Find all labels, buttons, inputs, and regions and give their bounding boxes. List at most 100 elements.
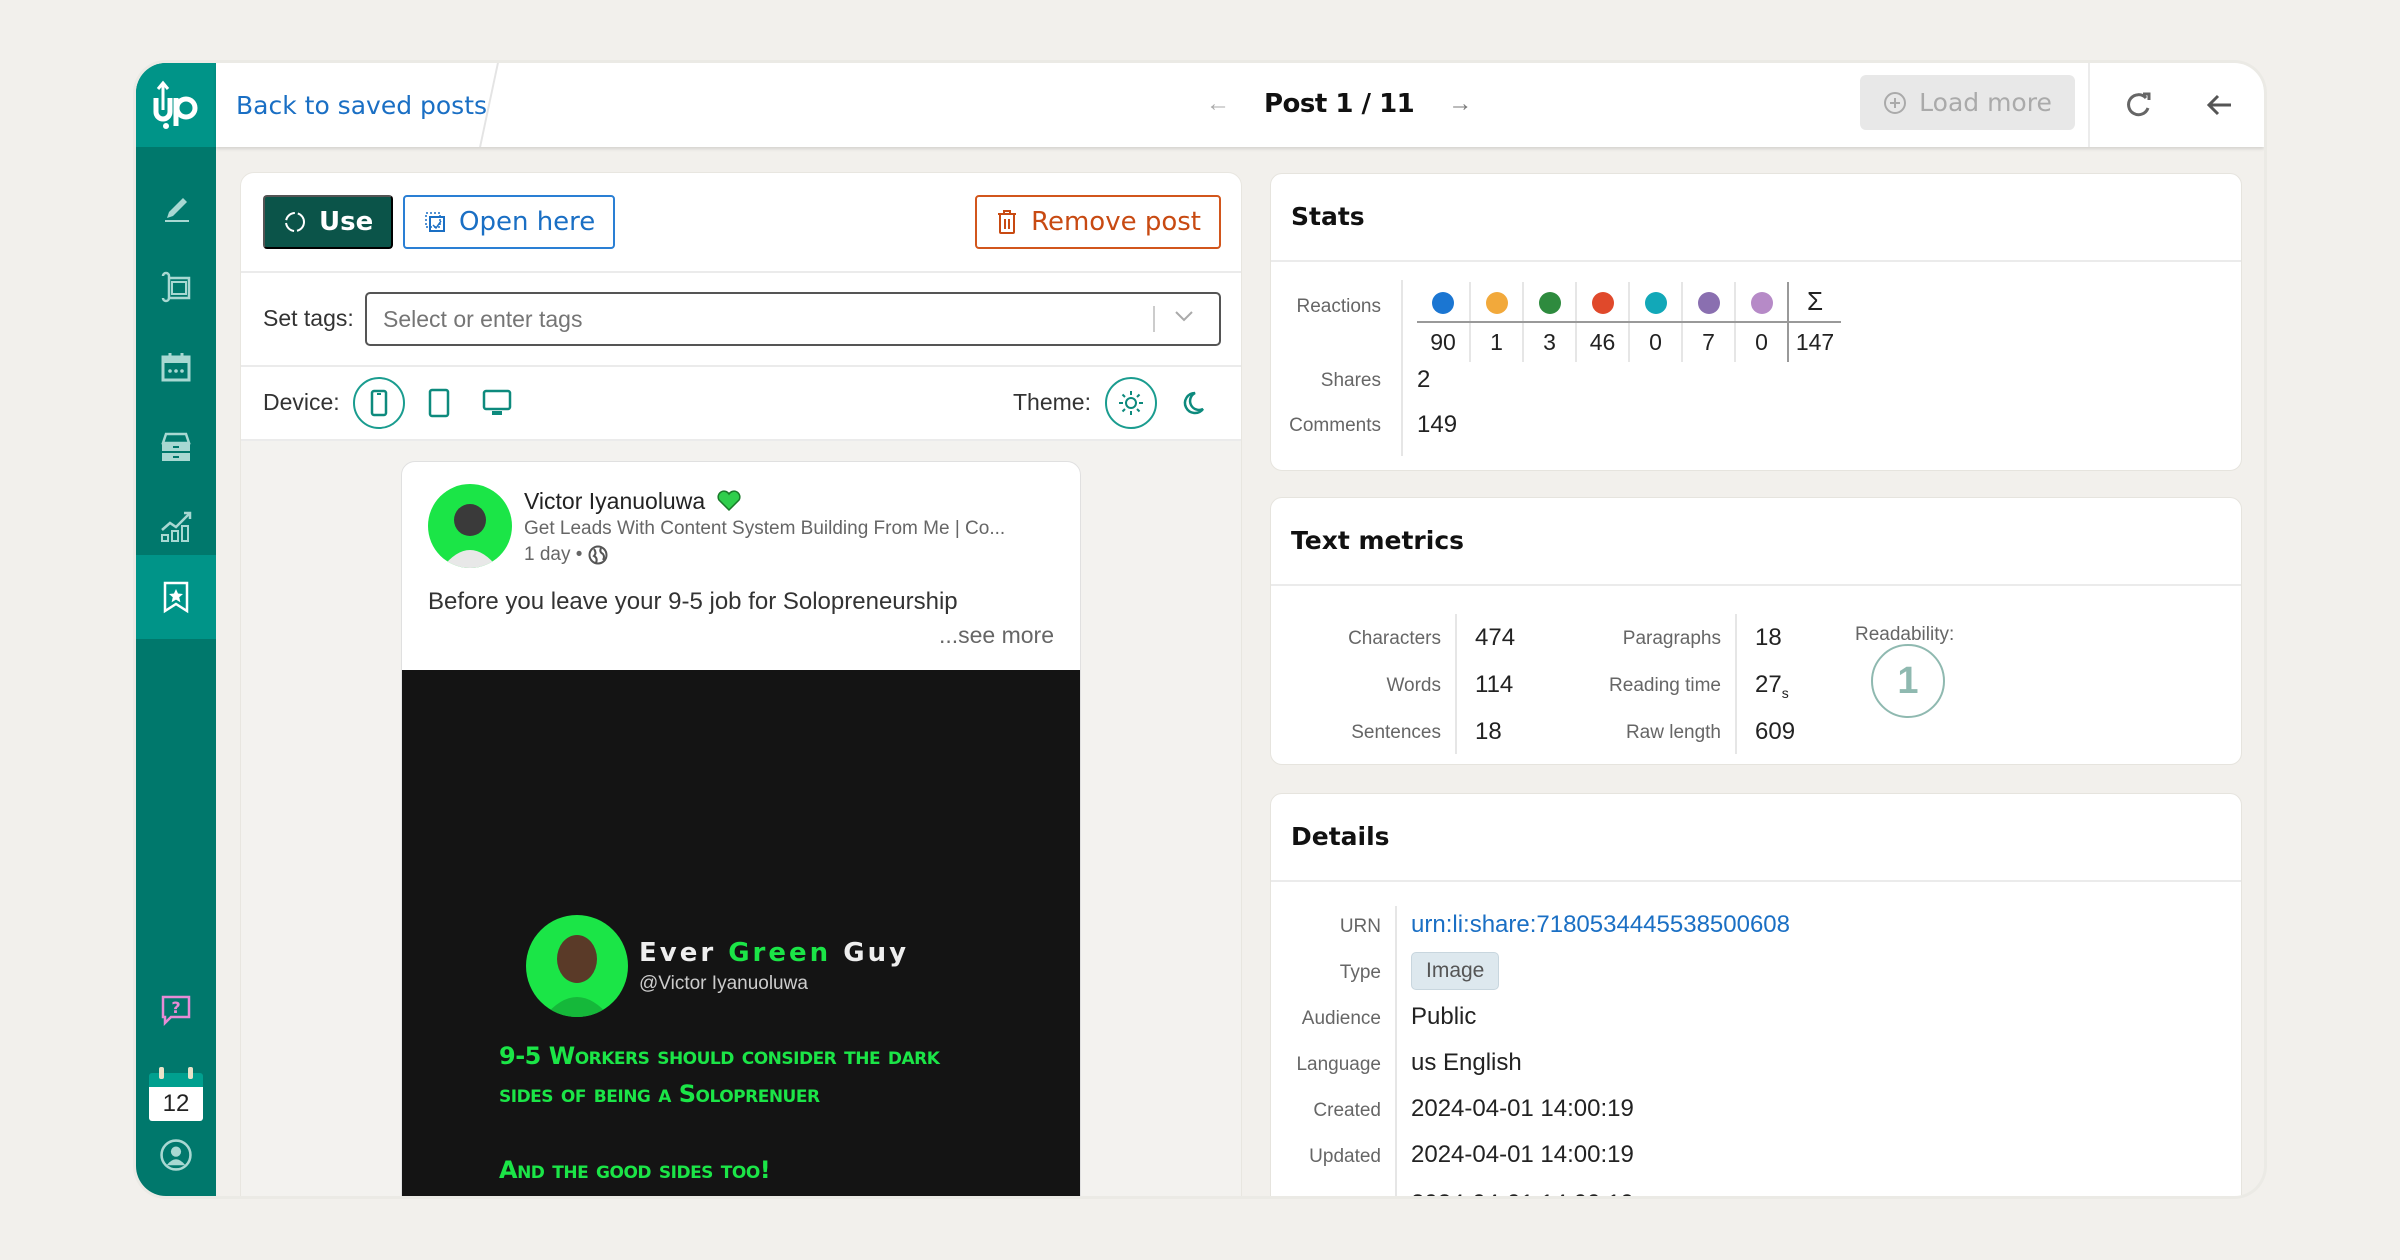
open-here-button[interactable]: Open here bbox=[403, 195, 616, 249]
sentences-label: Sentences bbox=[1351, 722, 1441, 743]
device-label: Device: bbox=[263, 389, 340, 415]
green-heart-icon bbox=[716, 490, 741, 512]
sentences-value: 18 bbox=[1475, 718, 1502, 745]
reaction-funny-cell bbox=[1629, 282, 1683, 323]
sidebar-item-saved-posts[interactable] bbox=[136, 555, 216, 639]
characters-value: 474 bbox=[1475, 624, 1516, 651]
text-metrics-title: Text metrics bbox=[1271, 498, 2241, 586]
reaction-support-count: 3 bbox=[1523, 322, 1577, 362]
device-theme-row: Device: Theme: bbox=[241, 367, 1241, 441]
tags-input[interactable] bbox=[365, 292, 1221, 346]
help-icon: ? bbox=[161, 995, 191, 1026]
sidebar: ? 12 bbox=[136, 63, 216, 1196]
reaction-support-cell bbox=[1523, 282, 1577, 323]
load-more-button[interactable]: Load more bbox=[1860, 75, 2075, 130]
reaction-like-cell bbox=[1417, 282, 1471, 323]
drawer-icon bbox=[161, 432, 191, 461]
next-post-arrow-icon[interactable]: → bbox=[1448, 90, 1472, 118]
author-name-text: Victor Iyanuoluwa bbox=[524, 488, 706, 514]
urn-label: URN bbox=[1339, 916, 1381, 937]
use-button[interactable]: Use bbox=[263, 195, 394, 249]
paragraphs-label: Paragraphs bbox=[1622, 628, 1721, 649]
use-label: Use bbox=[319, 207, 374, 237]
details-divider bbox=[1395, 906, 1397, 1196]
words-value: 114 bbox=[1475, 671, 1514, 698]
globe-icon bbox=[588, 545, 608, 565]
reactions-total: 147 bbox=[1787, 322, 1841, 362]
tags-label: Set tags: bbox=[263, 305, 354, 331]
post-pager: ← Post 1 / 11 → bbox=[1206, 89, 1472, 119]
moon-icon bbox=[1183, 391, 1204, 415]
tags-input-separator bbox=[1153, 306, 1155, 332]
post-time: 1 day • bbox=[524, 544, 608, 566]
sidebar-item-help[interactable]: ? bbox=[136, 969, 216, 1049]
arrow-left-icon bbox=[2206, 94, 2231, 116]
history-back-button[interactable] bbox=[2200, 85, 2240, 125]
shares-value: 2 bbox=[1417, 366, 1431, 393]
reaction-like-count: 90 bbox=[1417, 322, 1471, 362]
characters-label: Characters bbox=[1348, 628, 1441, 649]
reading-time-label: Reading time bbox=[1609, 675, 1721, 696]
previous-post-arrow-icon[interactable]: ← bbox=[1206, 90, 1230, 118]
sun-icon bbox=[1119, 391, 1143, 415]
reactions-sum-icon: Σ bbox=[1787, 282, 1841, 323]
post-image[interactable]: Ever Green Guy @Victor Iyanuoluwa 9-5 Wo… bbox=[402, 670, 1080, 1196]
top-header: Back to saved posts ← Post 1 / 11 → Load… bbox=[216, 63, 2264, 147]
author-avatar bbox=[428, 484, 512, 568]
blueprint-icon bbox=[161, 271, 191, 303]
sidebar-item-compose[interactable] bbox=[136, 167, 216, 247]
sidebar-item-calendar[interactable] bbox=[136, 327, 216, 407]
readability-label: Readability: bbox=[1855, 624, 1955, 645]
refresh-icon bbox=[2127, 92, 2151, 117]
post-preview-area: Victor Iyanuoluwa Get Leads With Content… bbox=[241, 441, 1241, 1196]
sidebar-item-profile[interactable] bbox=[136, 1115, 216, 1195]
chevron-down-icon[interactable] bbox=[1171, 303, 1197, 334]
remove-post-button[interactable]: Remove post bbox=[975, 195, 1221, 249]
back-to-saved-posts-link[interactable]: Back to saved posts bbox=[236, 91, 487, 120]
sidebar-item-blueprints[interactable] bbox=[136, 247, 216, 327]
author-name[interactable]: Victor Iyanuoluwa bbox=[524, 488, 742, 515]
theme-light-button[interactable] bbox=[1105, 377, 1157, 429]
header-divider-right bbox=[2088, 63, 2090, 147]
bookmark-star-icon bbox=[163, 581, 189, 614]
reaction-celebrate-count: 7 bbox=[1682, 322, 1736, 362]
reactions-label: Reactions bbox=[1296, 296, 1382, 317]
pencil-icon bbox=[165, 198, 189, 222]
user-icon bbox=[160, 1139, 192, 1171]
tablet-icon bbox=[428, 388, 450, 418]
language-label: Language bbox=[1296, 1054, 1381, 1075]
reaction-curious-icon bbox=[1750, 291, 1773, 314]
metrics-divider-2 bbox=[1735, 614, 1737, 754]
stats-title: Stats bbox=[1271, 174, 2241, 262]
reading-time-value: 27s bbox=[1755, 671, 1789, 701]
image-text-line-2: sides of being a Soloprenuer bbox=[499, 1080, 820, 1108]
urn-link[interactable]: urn:li:share:7180534445538500608 bbox=[1411, 911, 1790, 939]
shares-label: Shares bbox=[1320, 370, 1381, 391]
comments-value: 149 bbox=[1417, 411, 1458, 438]
device-tablet-button[interactable] bbox=[419, 383, 459, 423]
see-more-link[interactable]: ...see more bbox=[939, 622, 1054, 649]
tags-row: Set tags: bbox=[241, 273, 1241, 367]
reaction-funny-count: 0 bbox=[1629, 322, 1683, 362]
app-logo[interactable] bbox=[136, 63, 216, 147]
created-label: Created bbox=[1313, 1100, 1381, 1121]
open-here-label: Open here bbox=[459, 207, 596, 237]
device-mobile-button[interactable] bbox=[353, 377, 405, 429]
load-more-label: Load more bbox=[1919, 88, 2052, 117]
image-brand-title: Ever Green Guy bbox=[639, 938, 910, 968]
mobile-icon bbox=[370, 389, 388, 417]
reaction-curious-count: 0 bbox=[1755, 329, 1768, 355]
reaction-curious-cell bbox=[1735, 282, 1788, 323]
sidebar-item-drafts[interactable] bbox=[136, 407, 216, 487]
device-desktop-button[interactable] bbox=[477, 383, 517, 423]
type-label: Type bbox=[1339, 962, 1381, 983]
refresh-button[interactable] bbox=[2118, 85, 2158, 125]
readability-score: 1 bbox=[1871, 644, 1945, 718]
raw-length-label: Raw length bbox=[1625, 722, 1721, 743]
comments-label: Comments bbox=[1289, 415, 1381, 436]
text-metrics-card: Text metrics Characters Words Sentences … bbox=[1270, 497, 2242, 765]
details-card: Details URN urn:li:share:718053444553850… bbox=[1270, 793, 2242, 1196]
theme-dark-button[interactable] bbox=[1173, 383, 1213, 423]
theme-label: Theme: bbox=[1013, 389, 1091, 415]
reaction-love-cell bbox=[1576, 282, 1630, 323]
